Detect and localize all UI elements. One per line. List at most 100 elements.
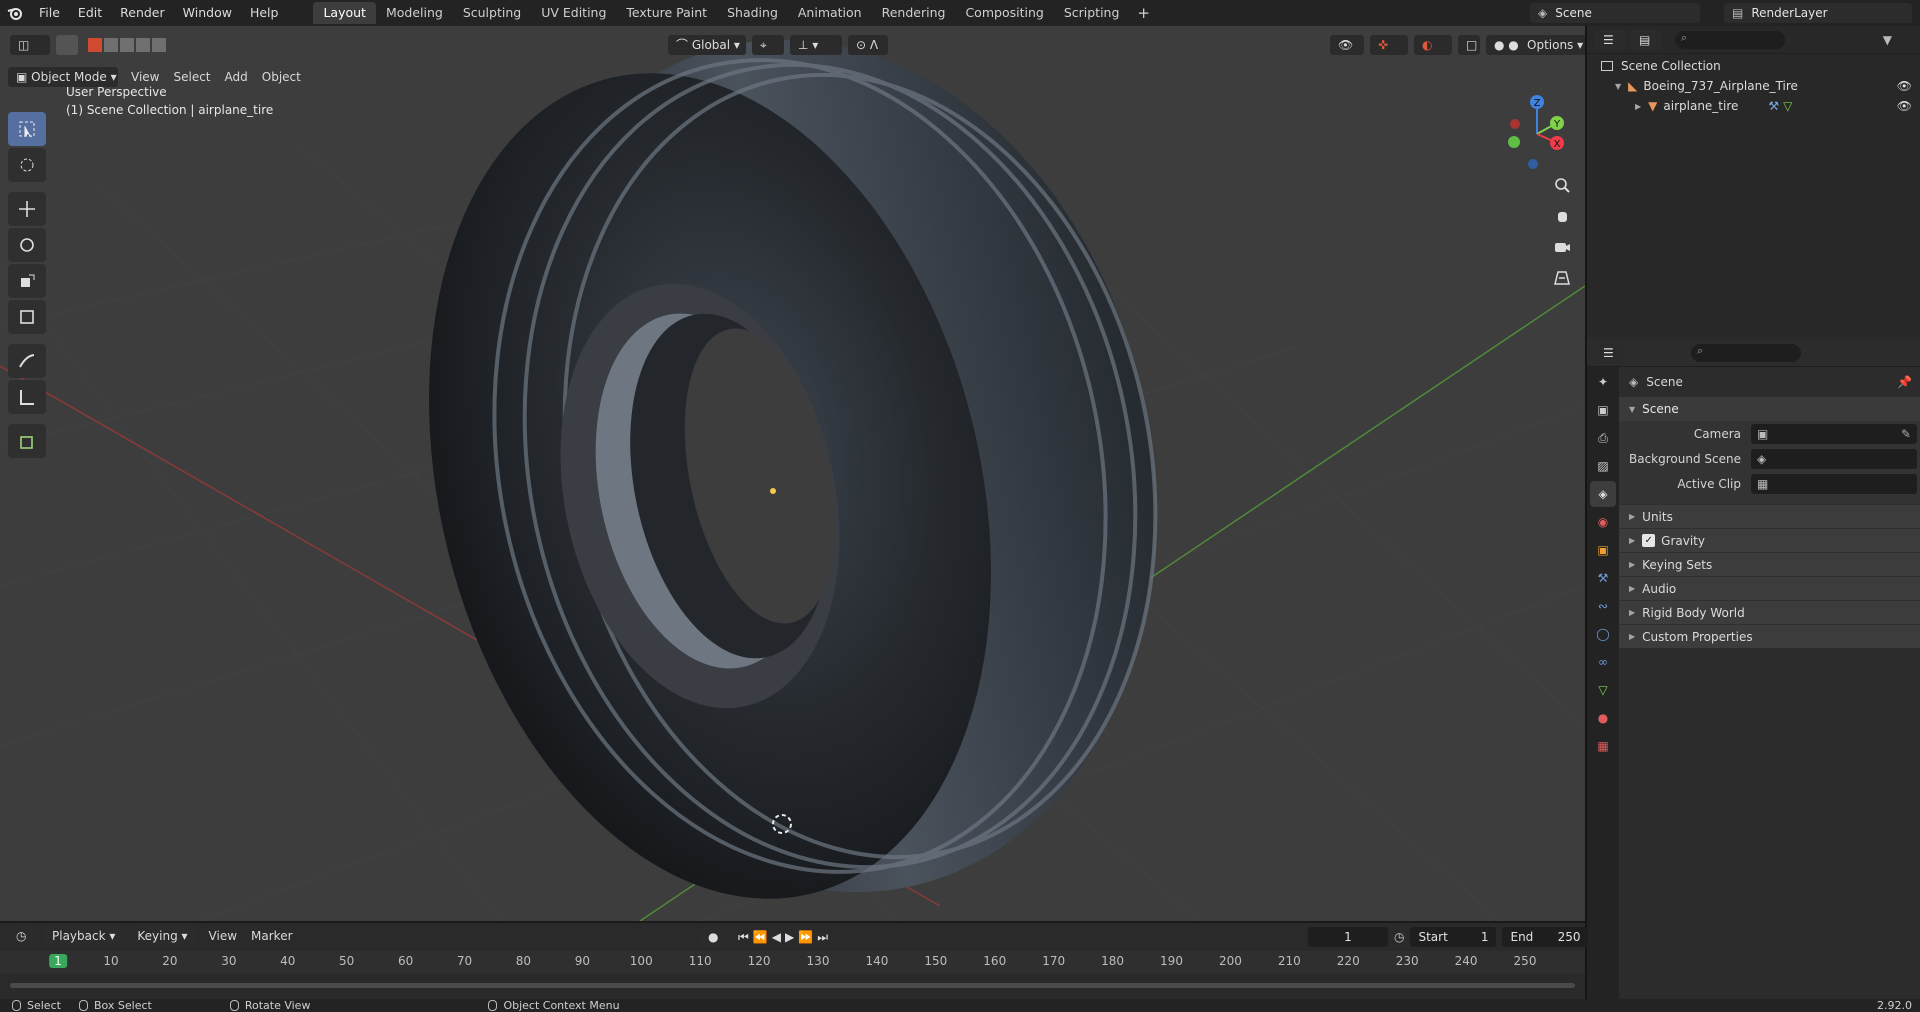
eye-icon[interactable]: 👁 — [1897, 99, 1912, 113]
tab-animation[interactable]: Animation — [788, 2, 872, 24]
snap-toggle[interactable]: ⊥ ▾ — [790, 35, 842, 55]
scene-icon[interactable]: ◈ — [1590, 481, 1616, 507]
rigid-body-world-panel[interactable]: ▶ Rigid Body World — [1619, 600, 1920, 624]
timeline-editor-type[interactable]: ◷ — [8, 926, 38, 946]
tab-rendering[interactable]: Rendering — [872, 2, 956, 24]
display-mode-dropdown[interactable]: ▤ — [1631, 29, 1661, 50]
blender-logo-icon[interactable] — [0, 5, 30, 21]
start-frame-field[interactable]: Start 1 — [1410, 927, 1497, 947]
outliner-search-input[interactable]: ⌕ — [1675, 30, 1785, 49]
material-icon[interactable]: ● — [1590, 705, 1616, 731]
scale-icon[interactable] — [8, 264, 46, 298]
menu-select[interactable]: Select — [166, 70, 217, 84]
outliner-editor-type[interactable]: ☰ — [1595, 29, 1625, 50]
expand-arrow-icon[interactable]: ▼ — [1615, 82, 1621, 91]
scene-selector[interactable]: ◈ Scene — [1530, 3, 1700, 23]
properties-search-input[interactable]: ⌕ — [1691, 343, 1801, 362]
custom-properties-panel[interactable]: ▶ Custom Properties — [1619, 624, 1920, 648]
jump-start-icon[interactable]: ⏮ — [738, 930, 749, 945]
tool-icon[interactable]: ✦ — [1590, 369, 1616, 395]
audio-panel[interactable]: ▶ Audio — [1619, 576, 1920, 600]
perspective-toggle-icon[interactable] — [1546, 263, 1578, 293]
proportional-edit-toggle[interactable]: ⊙ Λ — [848, 35, 888, 55]
playback-dropdown[interactable]: Playback ▾ — [44, 926, 124, 946]
overlay-toggle[interactable]: ◐ — [1414, 35, 1452, 55]
constraints-icon[interactable]: ∞ — [1590, 649, 1616, 675]
select-mode-icons[interactable] — [88, 38, 166, 52]
tab-sculpting[interactable]: Sculpting — [453, 2, 531, 24]
eyedropper-icon[interactable]: ✎ — [1901, 427, 1911, 441]
pin-icon[interactable]: 📌 — [1897, 375, 1912, 389]
editor-type-button[interactable]: ◫ — [10, 35, 50, 55]
prev-keyframe-icon[interactable]: ⏪ — [753, 930, 768, 944]
tab-shading[interactable]: Shading — [717, 2, 788, 24]
outliner-item-mesh[interactable]: ▶ ▼ airplane_tire ⚒ ▽ 👁 — [1587, 96, 1920, 116]
gizmo-toggle[interactable]: ✜ — [1370, 35, 1408, 55]
render-layer-selector[interactable]: ▤ RenderLayer — [1724, 3, 1912, 23]
add-workspace-button[interactable]: + — [1129, 4, 1158, 22]
data-icon[interactable]: ▽ — [1590, 677, 1616, 703]
output-icon[interactable]: ⎙ — [1590, 425, 1616, 451]
tab-texture-paint[interactable]: Texture Paint — [616, 2, 717, 24]
background-scene-field[interactable]: ◈ — [1751, 448, 1917, 469]
end-frame-field[interactable]: End 250 — [1502, 927, 1589, 947]
navigation-gizmo[interactable]: Z Y X — [1497, 90, 1585, 180]
view-layer-icon[interactable]: ▨ — [1590, 453, 1616, 479]
menu-object[interactable]: Object — [255, 70, 308, 84]
rotate-icon[interactable] — [8, 228, 46, 262]
menu-add[interactable]: Add — [218, 70, 255, 84]
pan-hand-icon[interactable] — [1546, 201, 1578, 231]
eye-icon[interactable]: 👁 — [1897, 79, 1912, 93]
menu-window[interactable]: Window — [174, 0, 241, 26]
play-icon[interactable]: ▶ — [785, 930, 794, 944]
units-panel[interactable]: ▶ Units — [1619, 504, 1920, 528]
gravity-panel[interactable]: ▶ ✓ Gravity — [1619, 528, 1920, 552]
cursor-icon[interactable] — [8, 148, 46, 182]
add-cube-icon[interactable] — [8, 424, 46, 458]
next-keyframe-icon[interactable]: ⏩ — [798, 930, 813, 944]
keying-sets-panel[interactable]: ▶ Keying Sets — [1619, 552, 1920, 576]
move-icon[interactable] — [8, 192, 46, 226]
keying-dropdown[interactable]: Keying ▾ — [129, 926, 196, 946]
filter-icon[interactable]: ▼ — [1883, 33, 1892, 47]
texture-icon[interactable]: ▦ — [1590, 733, 1616, 759]
measure-icon[interactable] — [8, 380, 46, 414]
zoom-icon[interactable] — [1546, 170, 1578, 200]
menu-file[interactable]: File — [30, 0, 69, 26]
auto-keying-toggle[interactable]: ● — [700, 927, 728, 947]
timeline-ruler[interactable]: 1 10 20 30 40 50 60 70 80 90 100 110 120 130 140 150 160… — [0, 951, 1585, 973]
3d-viewport[interactable]: ◫ ⌒ Global ▾ ⌖ ⊥ ▾ ⊙ Λ 👁 ✜ ◐ □ ● ● ● ● O… — [0, 26, 1585, 921]
timeline-menu-view[interactable]: View — [202, 929, 244, 943]
outliner-item-collection[interactable]: ▼ ◣ Boeing_737_Airplane_Tire 👁 — [1587, 76, 1920, 96]
camera-view-icon[interactable] — [1546, 232, 1578, 262]
properties-editor-type[interactable]: ☰ — [1595, 342, 1625, 363]
menu-edit[interactable]: Edit — [69, 0, 111, 26]
jump-end-icon[interactable]: ⏭ — [817, 930, 828, 945]
outliner-scene-collection[interactable]: Scene Collection — [1587, 56, 1920, 76]
pivot-dropdown[interactable]: ⌖ — [752, 35, 784, 55]
menu-help[interactable]: Help — [241, 0, 288, 26]
tab-uv-editing[interactable]: UV Editing — [531, 2, 616, 24]
transform-orientation-dropdown[interactable]: ⌒ Global ▾ — [668, 35, 746, 55]
xray-toggle[interactable]: □ — [1458, 35, 1480, 55]
scene-panel-header[interactable]: ▼ Scene — [1619, 397, 1920, 421]
timeline-menu-marker[interactable]: Marker — [244, 929, 299, 943]
gravity-checkbox[interactable]: ✓ — [1642, 534, 1656, 547]
modifier-icon[interactable]: ⚒ — [1590, 565, 1616, 591]
collapse-arrow-icon[interactable]: ▶ — [1635, 102, 1641, 111]
play-reverse-icon[interactable]: ◀ — [772, 930, 781, 944]
options-dropdown[interactable]: Options ▾ — [1519, 35, 1585, 55]
timeline-scrollbar[interactable] — [10, 983, 1575, 988]
tab-layout[interactable]: Layout — [313, 2, 376, 24]
preview-range-icon[interactable]: ◷ — [1394, 930, 1404, 944]
object-icon[interactable]: ▣ — [1590, 537, 1616, 563]
select-tool-icon[interactable] — [56, 35, 78, 55]
annotate-icon[interactable] — [8, 344, 46, 378]
menu-render[interactable]: Render — [111, 0, 174, 26]
tab-scripting[interactable]: Scripting — [1054, 2, 1130, 24]
active-clip-field[interactable]: ▦ — [1751, 473, 1917, 494]
tab-compositing[interactable]: Compositing — [955, 2, 1053, 24]
current-frame-field[interactable]: 1 — [1308, 927, 1388, 947]
tab-modeling[interactable]: Modeling — [376, 2, 453, 24]
transform-icon[interactable] — [8, 300, 46, 334]
